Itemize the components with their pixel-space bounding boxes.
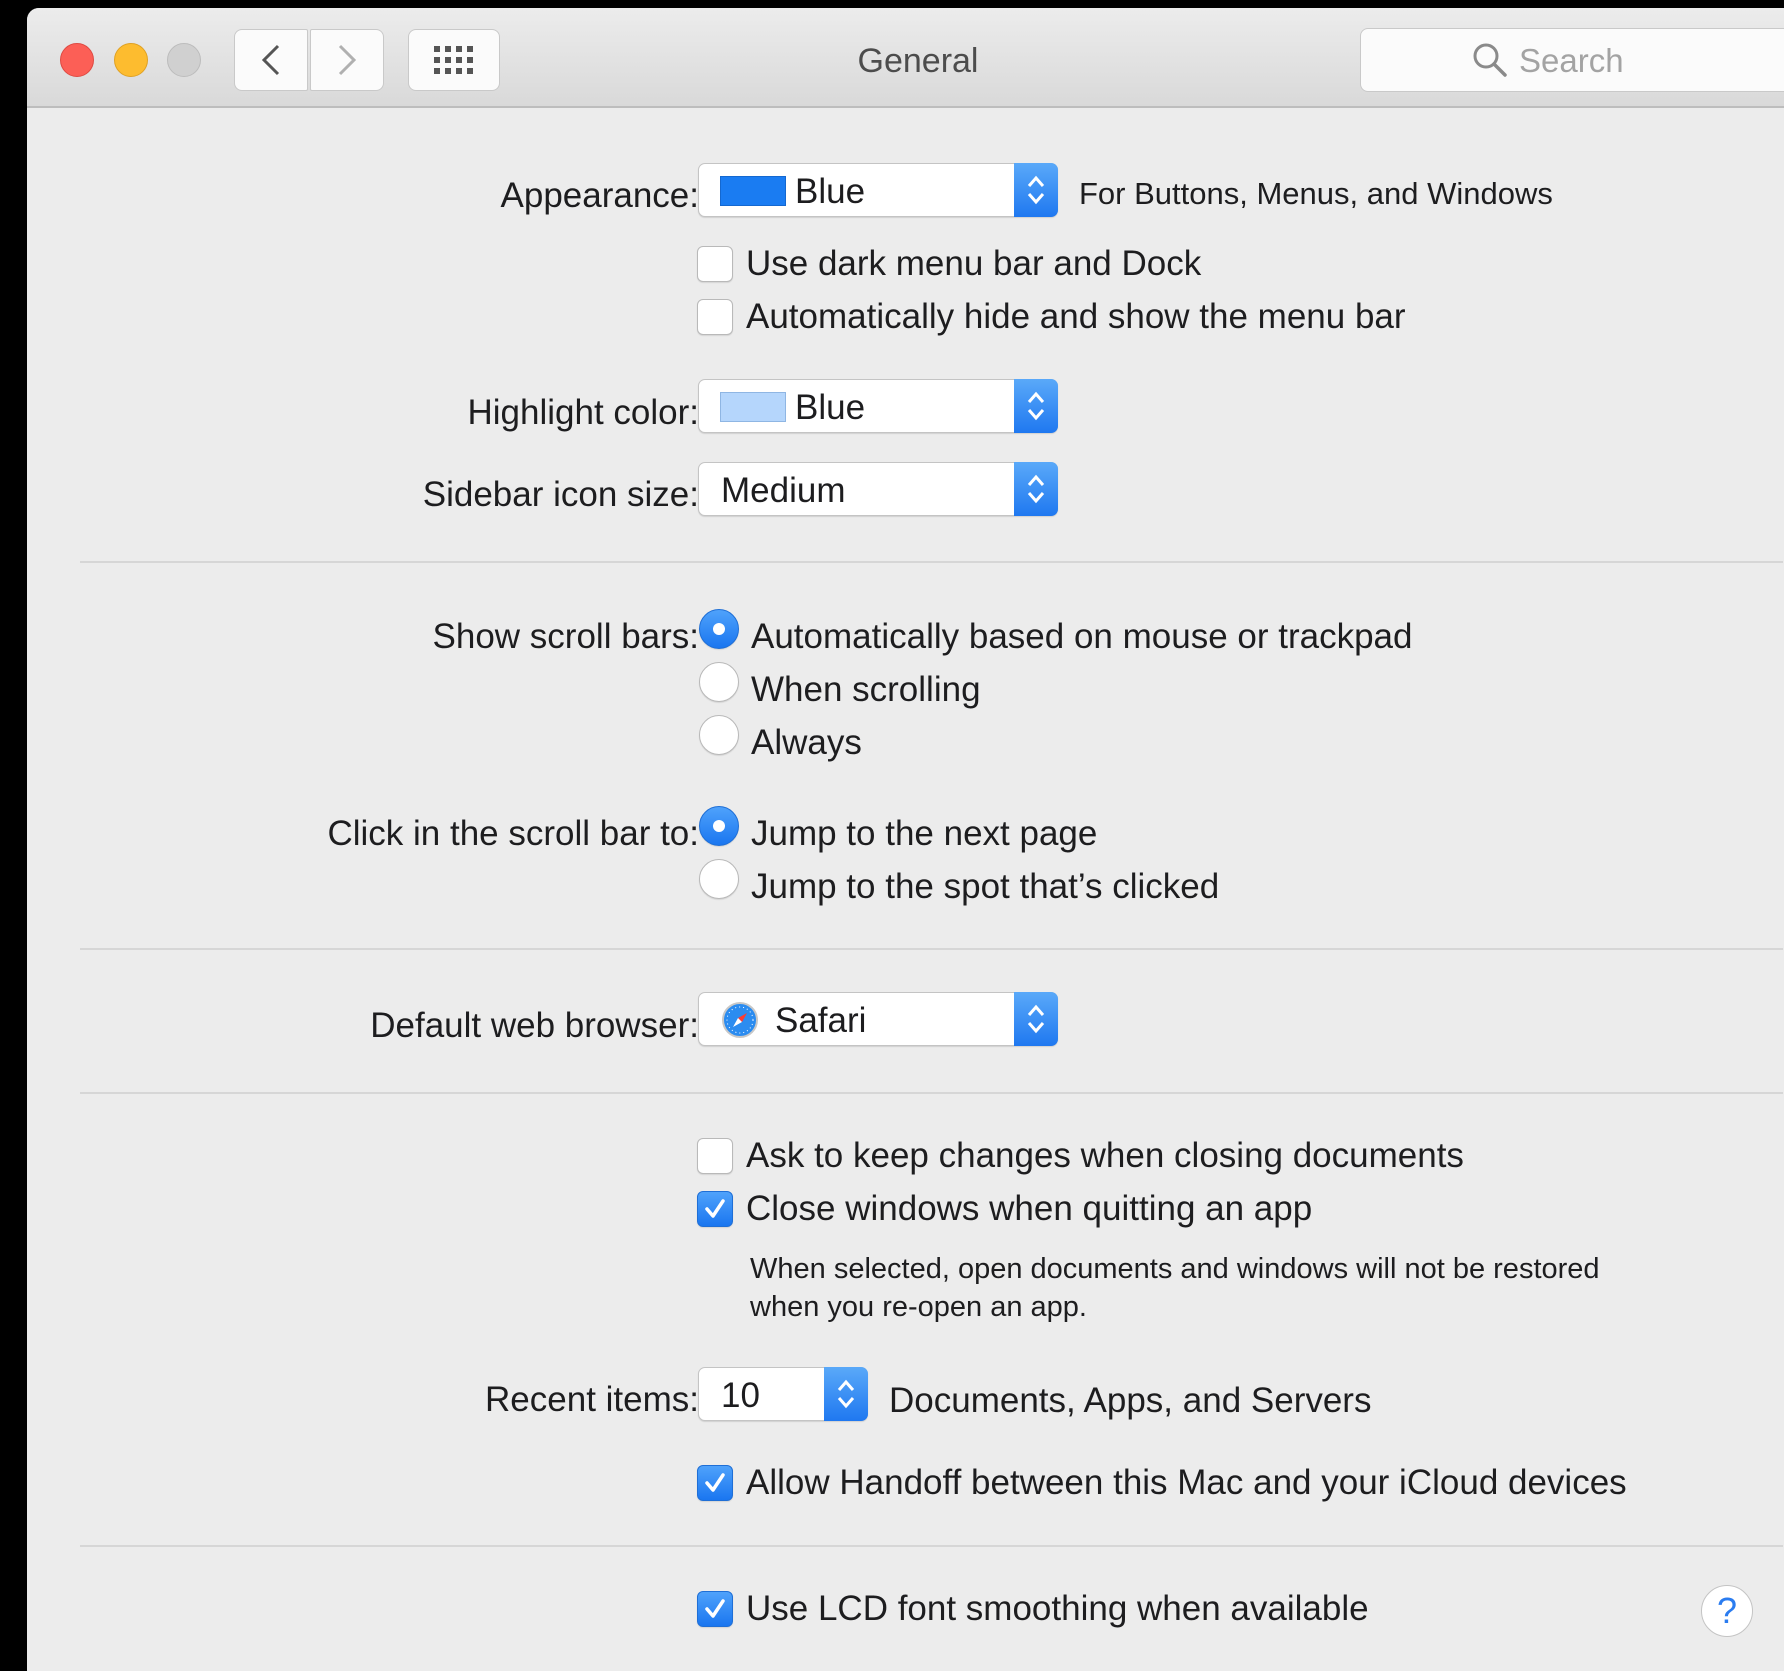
scroll-bars-auto-label[interactable]: Automatically based on mouse or trackpad [751, 617, 1412, 657]
ask-keep-checkbox[interactable] [697, 1138, 733, 1174]
close-windows-note-1: When selected, open documents and window… [750, 1253, 1600, 1285]
scroll-bars-auto-radio[interactable] [699, 609, 739, 649]
scroll-bars-scrolling-radio[interactable] [699, 662, 739, 702]
scroll-bars-label: Show scroll bars: [432, 617, 699, 656]
handoff-checkbox[interactable] [697, 1465, 733, 1501]
recent-value: 10 [721, 1376, 760, 1415]
highlight-label: Highlight color: [467, 393, 700, 432]
click-scroll-spot-radio[interactable] [699, 859, 739, 899]
popup-arrows-icon [1014, 163, 1058, 217]
appearance-value: Blue [795, 172, 866, 211]
scroll-bars-scrolling-label[interactable]: When scrolling [751, 670, 981, 710]
checkmark-icon [705, 1473, 725, 1492]
auto-hide-checkbox[interactable] [697, 299, 733, 335]
popup-arrows-icon [1014, 992, 1058, 1046]
recent-suffix: Documents, Apps, and Servers [889, 1381, 1372, 1420]
auto-hide-label[interactable]: Automatically hide and show the menu bar [746, 297, 1406, 337]
divider [80, 1545, 1783, 1547]
popup-arrows-icon [1014, 379, 1058, 433]
highlight-value: Blue [795, 388, 866, 427]
handoff-label[interactable]: Allow Handoff between this Mac and your … [746, 1463, 1627, 1503]
search-field[interactable]: Search [1360, 28, 1784, 92]
checkmark-icon [705, 1599, 725, 1618]
browser-label: Default web browser: [370, 1006, 699, 1045]
checkmark-icon [705, 1199, 725, 1218]
popup-arrows-icon [824, 1367, 868, 1421]
sidebar-size-label: Sidebar icon size: [422, 475, 699, 514]
highlight-swatch [720, 392, 786, 422]
browser-popup[interactable]: Safari [698, 992, 1058, 1046]
title-bar: General Search [27, 8, 1784, 108]
close-windows-checkbox[interactable] [697, 1191, 733, 1227]
divider [80, 1092, 1783, 1094]
safari-icon [722, 1002, 758, 1038]
click-scroll-label: Click in the scroll bar to: [327, 814, 699, 853]
divider [80, 561, 1783, 563]
search-icon [1473, 43, 1507, 77]
recent-label: Recent items: [485, 1380, 699, 1419]
preferences-window: General Search Appearance: Blue For Butt… [27, 8, 1784, 1671]
appearance-swatch [720, 176, 786, 206]
scroll-bars-always-label[interactable]: Always [751, 723, 862, 763]
search-placeholder: Search [1519, 42, 1624, 79]
dark-menu-label[interactable]: Use dark menu bar and Dock [746, 244, 1201, 284]
lcd-label[interactable]: Use LCD font smoothing when available [746, 1589, 1369, 1629]
scroll-bars-always-radio[interactable] [699, 715, 739, 755]
ask-keep-label[interactable]: Ask to keep changes when closing documen… [746, 1136, 1464, 1176]
appearance-note: For Buttons, Menus, and Windows [1079, 176, 1553, 211]
close-windows-note-2: when you re-open an app. [750, 1291, 1087, 1323]
click-scroll-next-page-label[interactable]: Jump to the next page [751, 814, 1097, 854]
divider [80, 948, 1783, 950]
click-scroll-next-page-radio[interactable] [699, 806, 739, 846]
sidebar-size-popup[interactable]: Medium [698, 462, 1058, 516]
highlight-popup[interactable]: Blue [698, 379, 1058, 433]
browser-value: Safari [775, 1001, 867, 1040]
close-windows-label[interactable]: Close windows when quitting an app [746, 1189, 1312, 1229]
sidebar-size-value: Medium [721, 471, 846, 510]
appearance-popup[interactable]: Blue [698, 163, 1058, 217]
help-button[interactable]: ? [1701, 1585, 1753, 1637]
popup-arrows-icon [1014, 462, 1058, 516]
appearance-label: Appearance: [500, 176, 699, 215]
recent-popup[interactable]: 10 [698, 1367, 868, 1421]
click-scroll-spot-label[interactable]: Jump to the spot that’s clicked [751, 867, 1219, 907]
lcd-checkbox[interactable] [697, 1591, 733, 1627]
dark-menu-checkbox[interactable] [697, 246, 733, 282]
